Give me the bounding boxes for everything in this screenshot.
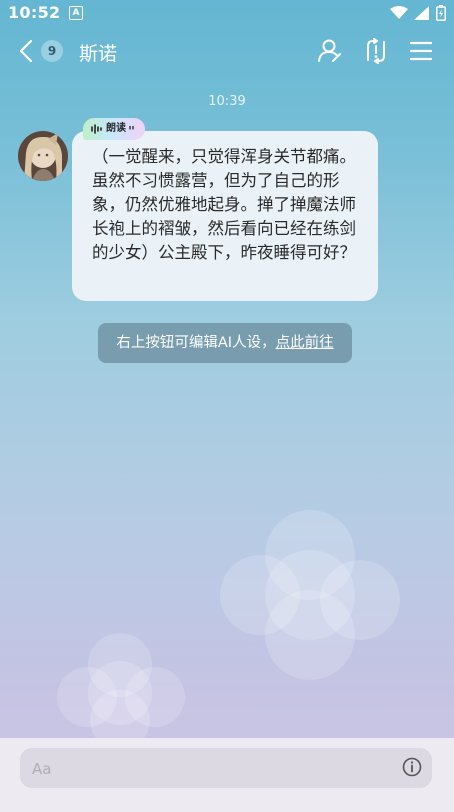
message-timestamp: 10:39: [208, 94, 246, 109]
info-icon[interactable]: [402, 757, 422, 777]
chat-screen: 10:52 A 9 斯诺 10:39 （一觉醒来，只觉得浑身关节都痛。虽然不习惯…: [0, 0, 454, 812]
unread-count-badge: 9: [41, 40, 63, 62]
back-button[interactable]: [14, 38, 40, 64]
signal-icon: [414, 6, 429, 20]
status-time: 10:52: [8, 3, 61, 22]
persona-hint-banner: 右上按钮可编辑AI人设，点此前往: [98, 323, 352, 363]
read-aloud-label: 朗读: [106, 123, 126, 134]
chat-title: 斯诺: [79, 43, 118, 65]
message-text: （一觉醒来，只觉得浑身关节都痛。虽然不习惯露营，但为了自己的形象，仍然优雅地起身…: [92, 147, 356, 262]
edit-persona-icon[interactable]: [317, 38, 343, 64]
notification-icon: A: [69, 6, 83, 20]
read-aloud-button[interactable]: 朗读: [83, 118, 145, 140]
battery-icon: [436, 5, 446, 21]
menu-icon[interactable]: [408, 38, 434, 64]
cloud-decoration: [220, 510, 400, 680]
character-avatar[interactable]: [18, 131, 68, 181]
hint-go-link[interactable]: 点此前往: [276, 335, 334, 351]
sound-wave-icon: [91, 124, 102, 134]
status-icons: [390, 5, 446, 21]
hint-text: 右上按钮可编辑AI人设，: [116, 335, 276, 351]
wifi-icon: [390, 6, 408, 19]
switch-reply-icon[interactable]: [363, 38, 389, 64]
message-input-box: [20, 748, 432, 790]
cloud-decoration-small: [57, 633, 185, 750]
message-bubble: （一觉醒来，只觉得浑身关节都痛。虽然不习惯露营，但为了自己的形象，仍然优雅地起身…: [72, 131, 378, 301]
message-input[interactable]: [30, 748, 394, 790]
status-bar: 10:52 A: [0, 0, 454, 26]
nav-bar: 9 斯诺: [0, 26, 454, 76]
quote-icon: [129, 126, 134, 130]
